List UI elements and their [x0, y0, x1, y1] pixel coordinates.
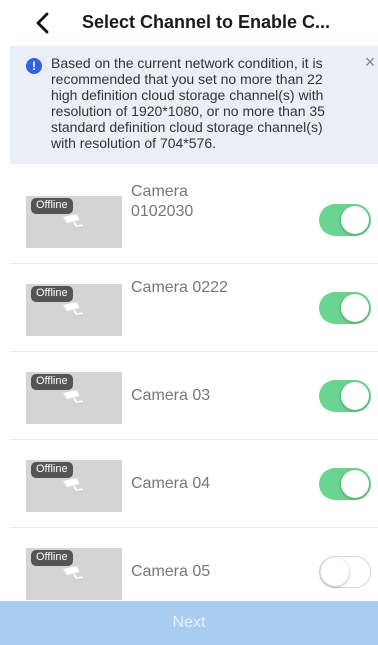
- toggle-knob: [321, 558, 349, 586]
- camera-name: Camera 03: [131, 387, 211, 404]
- close-icon[interactable]: ×: [362, 53, 378, 71]
- camera-icon: [63, 302, 84, 315]
- camera-icon: [63, 390, 84, 403]
- camera-thumbnail: Offline: [26, 460, 122, 512]
- channel-toggle[interactable]: [319, 380, 371, 412]
- camera-icon: [63, 214, 84, 227]
- camera-icon: [63, 566, 84, 579]
- status-badge: Offline: [31, 550, 73, 566]
- page-title: Select Channel to Enable C...: [82, 12, 331, 32]
- back-button[interactable]: [28, 8, 56, 38]
- camera-name: Camera 05: [131, 563, 211, 580]
- chevron-left-icon: [36, 12, 49, 34]
- channel-row: Offline Camera 04: [0, 440, 378, 528]
- toggle-knob: [341, 470, 369, 498]
- camera-thumbnail: Offline: [26, 284, 122, 336]
- nav-bar: Select Channel to Enable C...: [0, 0, 378, 46]
- next-button[interactable]: Next: [0, 601, 378, 645]
- camera-thumbnail: Offline: [26, 196, 122, 248]
- camera-name: Camera 0222: [131, 279, 228, 296]
- status-badge: Offline: [31, 374, 73, 390]
- camera-name: Camera 0102030: [131, 183, 194, 220]
- channel-row: Offline Camera 0102030: [0, 176, 378, 264]
- network-notice-banner: ! Based on the current network condition…: [10, 46, 378, 164]
- toggle-knob: [341, 382, 369, 410]
- channel-toggle[interactable]: [319, 468, 371, 500]
- channel-toggle[interactable]: [319, 556, 371, 588]
- camera-thumbnail: Offline: [26, 548, 122, 600]
- info-icon: !: [26, 58, 42, 74]
- toggle-knob: [341, 206, 369, 234]
- channel-toggle[interactable]: [319, 292, 371, 324]
- channel-row: Offline Camera 03: [0, 352, 378, 440]
- camera-name: Camera 04: [131, 475, 211, 492]
- toggle-knob: [341, 294, 369, 322]
- status-badge: Offline: [31, 198, 73, 214]
- status-badge: Offline: [31, 462, 73, 478]
- notice-text: Based on the current network condition, …: [51, 55, 325, 151]
- status-badge: Offline: [31, 286, 73, 302]
- channel-row: Offline Camera 0222: [0, 264, 378, 352]
- camera-icon: [63, 478, 84, 491]
- camera-thumbnail: Offline: [26, 372, 122, 424]
- channel-toggle[interactable]: [319, 204, 371, 236]
